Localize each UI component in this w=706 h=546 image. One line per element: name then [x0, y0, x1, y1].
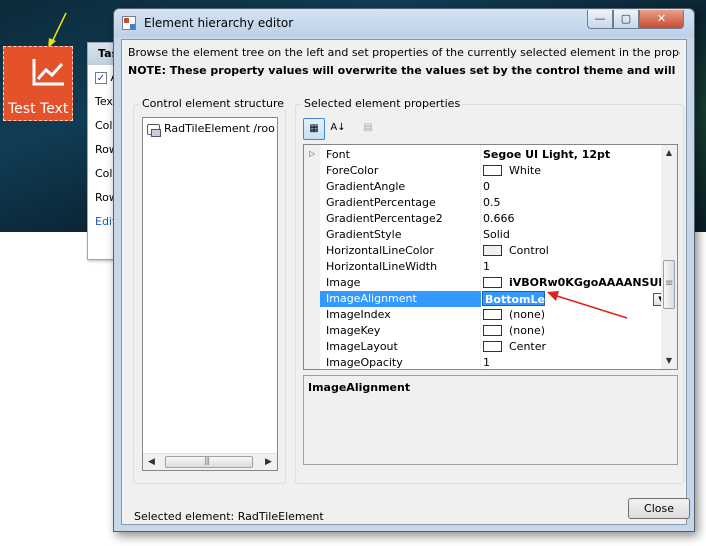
property-value[interactable]: 1 [483, 260, 490, 273]
value-swatch [483, 309, 502, 320]
property-value[interactable]: White [509, 164, 541, 177]
property-value-editor[interactable]: BottomLeft [482, 291, 555, 306]
element-icon [147, 123, 161, 137]
scroll-left-icon[interactable]: ◀ [143, 454, 160, 470]
property-name: ImageKey [326, 324, 381, 337]
property-name: GradientAngle [326, 180, 406, 193]
value-swatch [483, 341, 502, 352]
property-row[interactable]: ▷ Font Segoe UI Light, 12pt [304, 147, 662, 163]
element-hierarchy-editor-dialog: Element hierarchy editor — ▢ ✕ Browse th… [113, 8, 695, 532]
property-name: GradientPercentage [326, 196, 436, 209]
property-grid-toolbar: ▦ A↓ ▤ [303, 118, 383, 140]
property-name: ForeColor [326, 164, 379, 177]
group-label: Selected element properties [302, 97, 463, 110]
value-swatch [483, 277, 502, 288]
property-name: GradientPercentage2 [326, 212, 443, 225]
help-title: ImageAlignment [308, 381, 411, 394]
property-row[interactable]: ImageLayout Center [304, 339, 662, 355]
property-row[interactable]: GradientPercentage 0.5 [304, 195, 662, 211]
minimize-button[interactable]: — [587, 10, 613, 29]
note-text: NOTE: These property values will overwri… [128, 64, 680, 77]
window-title: Element hierarchy editor [144, 16, 294, 30]
property-name: ImageOpacity [326, 356, 403, 369]
property-value[interactable]: 0.666 [483, 212, 515, 225]
property-row[interactable]: ImageKey (none) [304, 323, 662, 339]
value-swatch [483, 165, 502, 176]
property-row[interactable]: ForeColor White [304, 163, 662, 179]
property-pages-icon[interactable]: ▤ [357, 118, 379, 140]
property-value[interactable]: Segoe UI Light, 12pt [483, 148, 610, 161]
property-value[interactable]: 0.5 [483, 196, 501, 209]
property-name: HorizontalLineColor [326, 244, 434, 257]
vertical-scrollbar[interactable]: ▲ ▼ [661, 145, 677, 369]
close-button[interactable]: Close [628, 498, 690, 519]
property-grid: ▷ Font Segoe UI Light, 12pt ForeColor White G… [303, 144, 678, 370]
scrollbar-thumb[interactable] [165, 456, 253, 468]
red-annotation-arrow [547, 291, 628, 319]
property-row[interactable]: HorizontalLineWidth 1 [304, 259, 662, 275]
title-bar[interactable]: Element hierarchy editor — ▢ ✕ [114, 9, 694, 37]
selected-element-status: Selected element: RadTileElement [134, 510, 324, 523]
yellow-pointer-arrow [48, 12, 67, 48]
property-name: ImageLayout [326, 340, 398, 353]
property-name: Font [326, 148, 350, 161]
value-swatch [483, 325, 502, 336]
property-value[interactable]: Center [509, 340, 546, 353]
property-name: Image [326, 276, 361, 289]
element-tree[interactable]: RadTileElement /root ele ◀ ▶ [142, 117, 278, 471]
categorized-view-icon[interactable]: ▦ [303, 118, 325, 140]
scroll-right-icon[interactable]: ▶ [260, 454, 277, 470]
alphabetical-sort-icon[interactable]: A↓ [327, 118, 349, 140]
close-window-button[interactable]: ✕ [639, 10, 684, 29]
checkbox-icon[interactable]: ✓ [95, 72, 107, 84]
property-name: ImageIndex [326, 308, 391, 321]
tree-item[interactable]: RadTileElement /root ele [147, 122, 275, 138]
description-text: Browse the element tree on the left and … [128, 46, 680, 59]
property-row[interactable]: GradientPercentage2 0.666 [304, 211, 662, 227]
scroll-up-icon[interactable]: ▲ [661, 145, 677, 161]
property-value[interactable]: 0 [483, 180, 490, 193]
dialog-client-area: Browse the element tree on the left and … [121, 39, 690, 525]
property-name: HorizontalLineWidth [326, 260, 438, 273]
control-element-structure-group: Control element structure RadTileElement… [133, 97, 287, 484]
property-row[interactable]: GradientAngle 0 [304, 179, 662, 195]
tile-element[interactable]: Test Text [3, 46, 73, 121]
property-value[interactable]: Solid [483, 228, 510, 241]
property-name: ImageAlignment [326, 292, 417, 305]
value-swatch [483, 245, 502, 256]
property-value[interactable]: (none) [509, 324, 545, 337]
property-value[interactable]: (none) [509, 308, 545, 321]
tile-text: Test Text [8, 101, 69, 117]
property-description-panel: ImageAlignment [303, 375, 678, 465]
group-label: Control element structure [140, 97, 287, 110]
expand-icon[interactable]: ▷ [309, 149, 315, 158]
line-chart-icon [32, 59, 64, 86]
property-row[interactable]: HorizontalLineColor Control [304, 243, 662, 259]
property-value[interactable]: Control [509, 244, 549, 257]
property-value[interactable]: 1 [483, 356, 490, 369]
property-row[interactable]: ImageOpacity 1 [304, 355, 662, 369]
scroll-down-icon[interactable]: ▼ [661, 353, 677, 369]
horizontal-scrollbar[interactable]: ◀ ▶ [143, 453, 277, 470]
property-row[interactable]: GradientStyle Solid [304, 227, 662, 243]
maximize-button[interactable]: ▢ [613, 10, 639, 29]
app-icon [122, 16, 136, 30]
scrollbar-thumb[interactable] [663, 260, 675, 309]
property-name: GradientStyle [326, 228, 402, 241]
